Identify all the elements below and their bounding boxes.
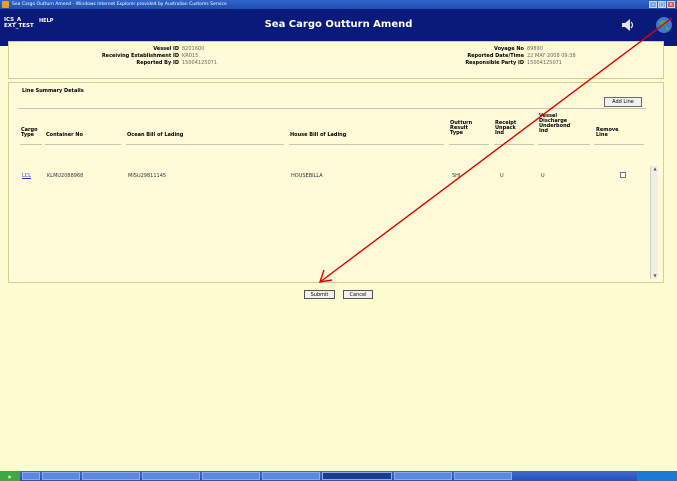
vessel-discharge-cell[interactable]: U xyxy=(541,173,545,179)
col-container-no: Container No xyxy=(46,132,83,138)
reported-datetime-value: 22 MAY 2008 09:38 xyxy=(527,53,576,59)
taskbar-item[interactable] xyxy=(454,472,512,480)
ocean-bill-cell: MISU29811145 xyxy=(128,173,167,179)
minimize-button[interactable]: – xyxy=(649,1,657,8)
vessel-id-label: Vessel ID xyxy=(153,46,179,52)
voyage-label: Voyage No xyxy=(494,46,524,52)
col-vessel-discharge-underbond-ind: Vessel Discharge Underbond Ind xyxy=(539,113,571,134)
col-house-bill: House Bill of Lading xyxy=(290,132,347,138)
vessel-id-row: Vessel ID 8201600 xyxy=(60,46,230,52)
col-underline xyxy=(126,144,284,145)
reported-datetime-row: Reported Date/Time 22 MAY 2008 09:38 xyxy=(395,53,585,59)
table-scrollbar[interactable]: ▲ ▼ xyxy=(650,166,658,279)
col-underline xyxy=(494,144,534,145)
reported-by-label: Reported By ID xyxy=(136,60,179,66)
window-titlebar: Sea Cargo Outturn Amend - Windows Intern… xyxy=(0,0,677,9)
col-underline xyxy=(538,144,590,145)
voyage-value: 89890 xyxy=(527,46,543,52)
receiving-row: Receiving Establishment ID KR015 xyxy=(60,53,230,59)
col-underline xyxy=(289,144,444,145)
reported-datetime-label: Reported Date/Time xyxy=(467,53,524,59)
receipt-unpack-cell[interactable]: U xyxy=(500,173,504,179)
scroll-up-icon[interactable]: ▲ xyxy=(651,166,659,172)
ie-icon xyxy=(2,1,9,8)
taskbar-item[interactable] xyxy=(202,472,260,480)
cancel-button[interactable]: Cancel xyxy=(343,290,373,299)
col-cargo-type: Cargo Type xyxy=(21,127,38,138)
col-outturn-result-type: Outturn Result Type xyxy=(450,120,473,136)
responsible-value: 15004125071 xyxy=(527,60,562,66)
close-button[interactable]: × xyxy=(667,1,675,8)
speaker-icon[interactable] xyxy=(621,18,635,32)
responsible-row: Responsible Party ID 15004125071 xyxy=(395,60,585,66)
maximize-button[interactable]: □ xyxy=(658,1,666,8)
col-receipt-unpack-ind: Receipt Unpack Ind xyxy=(495,120,517,136)
container-no-cell: KLMU2088968 xyxy=(47,173,84,179)
voyage-row: Voyage No 89890 xyxy=(395,46,585,52)
receiving-value: KR015 xyxy=(182,53,199,59)
vessel-id-value: 8201600 xyxy=(182,46,205,52)
col-underline xyxy=(45,144,121,145)
reported-by-row: Reported By ID 15004125071 xyxy=(60,60,230,66)
globe-icon[interactable] xyxy=(655,16,673,34)
col-underline xyxy=(20,144,42,145)
remove-line-checkbox[interactable] xyxy=(620,172,626,178)
taskbar-item[interactable] xyxy=(142,472,200,480)
reported-by-value: 15004125071 xyxy=(182,60,217,66)
taskbar: ▶ xyxy=(0,471,677,481)
cargo-type-link[interactable]: LCL xyxy=(22,173,31,179)
system-tray xyxy=(637,471,677,481)
responsible-label: Responsible Party ID xyxy=(465,60,524,66)
add-line-button[interactable]: Add Line xyxy=(604,97,642,107)
taskbar-item[interactable] xyxy=(82,472,140,480)
scroll-down-icon[interactable]: ▼ xyxy=(651,273,659,279)
line-summary-title: Line Summary Details xyxy=(22,88,84,94)
house-bill-cell: HOUSEBILLA xyxy=(291,173,323,179)
divider xyxy=(18,108,646,109)
taskbar-item[interactable] xyxy=(262,472,320,480)
submit-button[interactable]: Submit xyxy=(304,290,335,299)
start-button[interactable]: ▶ xyxy=(0,471,20,481)
page-title: Sea Cargo Outturn Amend xyxy=(264,19,413,30)
quicklaunch[interactable] xyxy=(22,472,40,480)
taskbar-item-active[interactable] xyxy=(322,472,392,480)
col-remove-line: Remove Line xyxy=(596,127,619,138)
col-ocean-bill: Ocean Bill of Lading xyxy=(127,132,184,138)
outturn-result-cell[interactable]: SHI xyxy=(452,173,460,179)
col-underline xyxy=(449,144,489,145)
window-title: Sea Cargo Outturn Amend - Windows Intern… xyxy=(12,2,227,7)
taskbar-item[interactable] xyxy=(42,472,80,480)
taskbar-item[interactable] xyxy=(394,472,452,480)
receiving-label: Receiving Establishment ID xyxy=(101,53,179,59)
window-controls: – □ × xyxy=(649,1,675,8)
line-summary-panel xyxy=(8,82,664,283)
col-underline xyxy=(594,144,644,145)
